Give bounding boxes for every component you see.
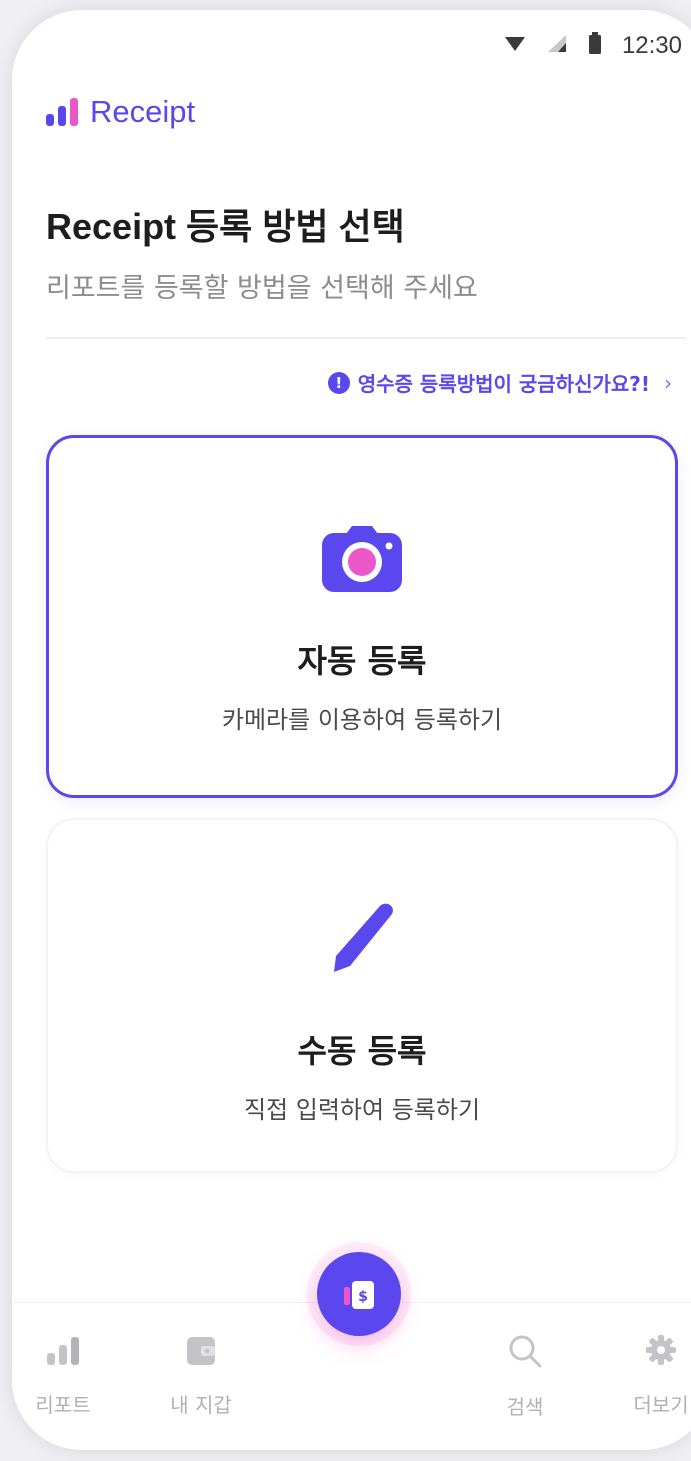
- camera-icon: [320, 524, 404, 598]
- receipt-add-icon: $: [344, 1277, 374, 1311]
- option-description: 카메라를 이용하여 등록하기: [221, 706, 503, 734]
- option-title: 수동 등록: [297, 1032, 427, 1070]
- gear-icon: [644, 1333, 678, 1371]
- manual-register-card[interactable]: 수동 등록 직접 입력하여 등록하기: [46, 818, 678, 1173]
- nav-label: 더보기: [633, 1393, 689, 1417]
- nav-label: 검색: [506, 1395, 544, 1419]
- nav-item-search[interactable]: 검색: [470, 1333, 580, 1420]
- auto-register-card[interactable]: 자동 등록 카메라를 이용하여 등록하기: [46, 435, 678, 798]
- report-icon: [45, 1333, 81, 1371]
- bar-chart-logo-icon: [46, 98, 78, 126]
- brand-name: Receipt: [90, 94, 196, 129]
- nav-item-report[interactable]: 리포트: [12, 1333, 118, 1418]
- nav-label: 내 지갑: [170, 1393, 232, 1417]
- phone-screen: 12:30 Receipt Receipt 등록 방법 선택 리포트를 등록할 …: [12, 10, 691, 1450]
- chevron-right-icon: ›: [664, 370, 672, 395]
- help-link-text: 영수증 등록방법이 궁금하신가요?!: [357, 372, 650, 396]
- svg-text:$: $: [358, 1289, 368, 1305]
- page-subtitle: 리포트를 등록할 방법을 선택해 주세요: [46, 273, 478, 304]
- page-title: Receipt 등록 방법 선택: [46, 206, 405, 247]
- wifi-icon: [504, 34, 526, 59]
- divider: [46, 337, 686, 339]
- signal-icon: [546, 33, 568, 59]
- status-bar: 12:30: [504, 26, 682, 66]
- nav-item-more[interactable]: 더보기: [606, 1333, 691, 1418]
- help-link[interactable]: ! 영수증 등록방법이 궁금하신가요?! ›: [327, 368, 672, 397]
- battery-icon: [588, 32, 602, 60]
- wallet-icon: [183, 1333, 219, 1371]
- search-icon: [507, 1333, 543, 1373]
- info-icon: !: [327, 371, 350, 394]
- option-description: 직접 입력하여 등록하기: [243, 1096, 481, 1124]
- nav-item-wallet[interactable]: 내 지갑: [146, 1333, 256, 1418]
- status-time: 12:30: [621, 32, 682, 59]
- option-title: 자동 등록: [297, 642, 427, 680]
- nav-label: 리포트: [35, 1393, 91, 1417]
- brand-logo[interactable]: Receipt: [46, 94, 195, 130]
- add-receipt-fab[interactable]: $: [317, 1252, 401, 1336]
- pencil-icon: [322, 898, 402, 982]
